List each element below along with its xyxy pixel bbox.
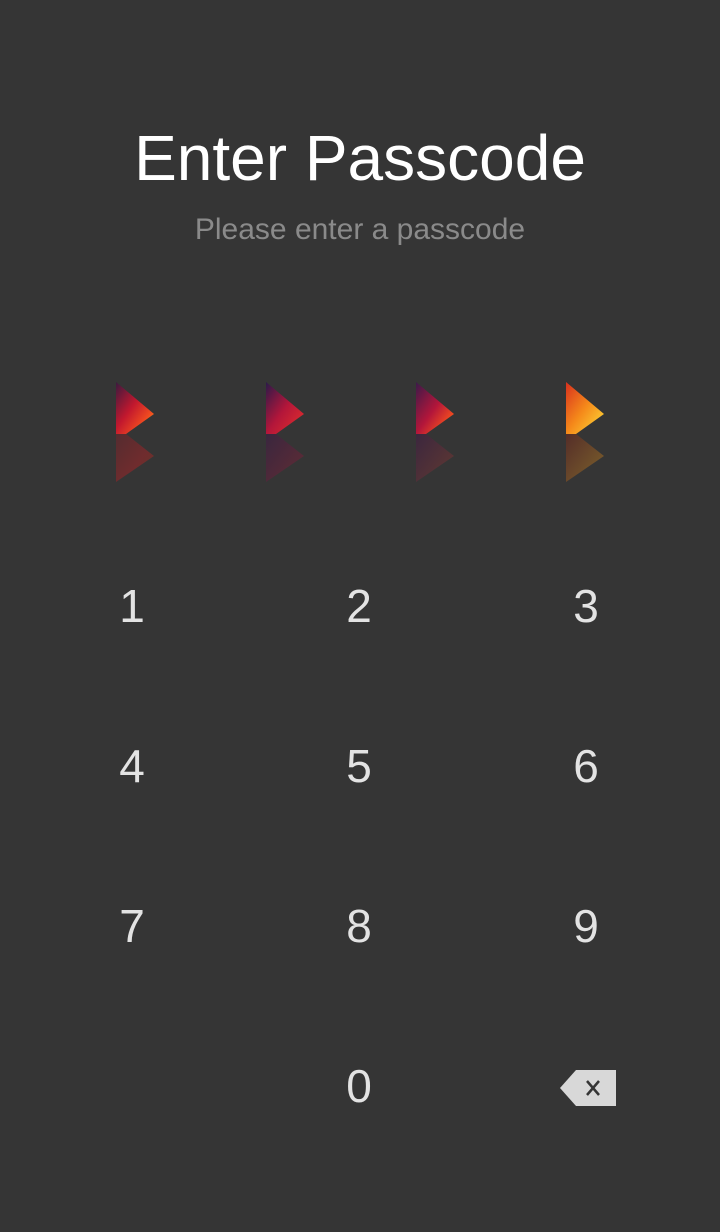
key-8[interactable]: 8 xyxy=(269,866,449,986)
flame-arrow-icon xyxy=(266,382,304,482)
passcode-dot-3 xyxy=(412,380,456,484)
backspace-button[interactable] xyxy=(528,1038,648,1138)
backspace-icon xyxy=(560,1070,616,1106)
key-7[interactable]: 7 xyxy=(42,866,222,986)
key-1[interactable]: 1 xyxy=(42,546,222,666)
key-9[interactable]: 9 xyxy=(496,866,676,986)
key-2[interactable]: 2 xyxy=(269,546,449,666)
passcode-dot-2 xyxy=(262,380,306,484)
passcode-dot-4 xyxy=(562,380,606,484)
key-6[interactable]: 6 xyxy=(496,706,676,826)
key-5[interactable]: 5 xyxy=(269,706,449,826)
passcode-dot-1 xyxy=(112,380,156,484)
passcode-screen: Enter Passcode Please enter a passcode 1… xyxy=(0,0,720,1232)
key-3[interactable]: 3 xyxy=(496,546,676,666)
key-4[interactable]: 4 xyxy=(42,706,222,826)
page-title: Enter Passcode xyxy=(134,122,586,194)
flame-arrow-icon xyxy=(416,382,454,482)
flame-arrow-icon xyxy=(566,382,604,482)
page-subtitle: Please enter a passcode xyxy=(194,213,526,246)
flame-arrow-icon xyxy=(116,382,154,482)
key-0[interactable]: 0 xyxy=(269,1026,449,1146)
